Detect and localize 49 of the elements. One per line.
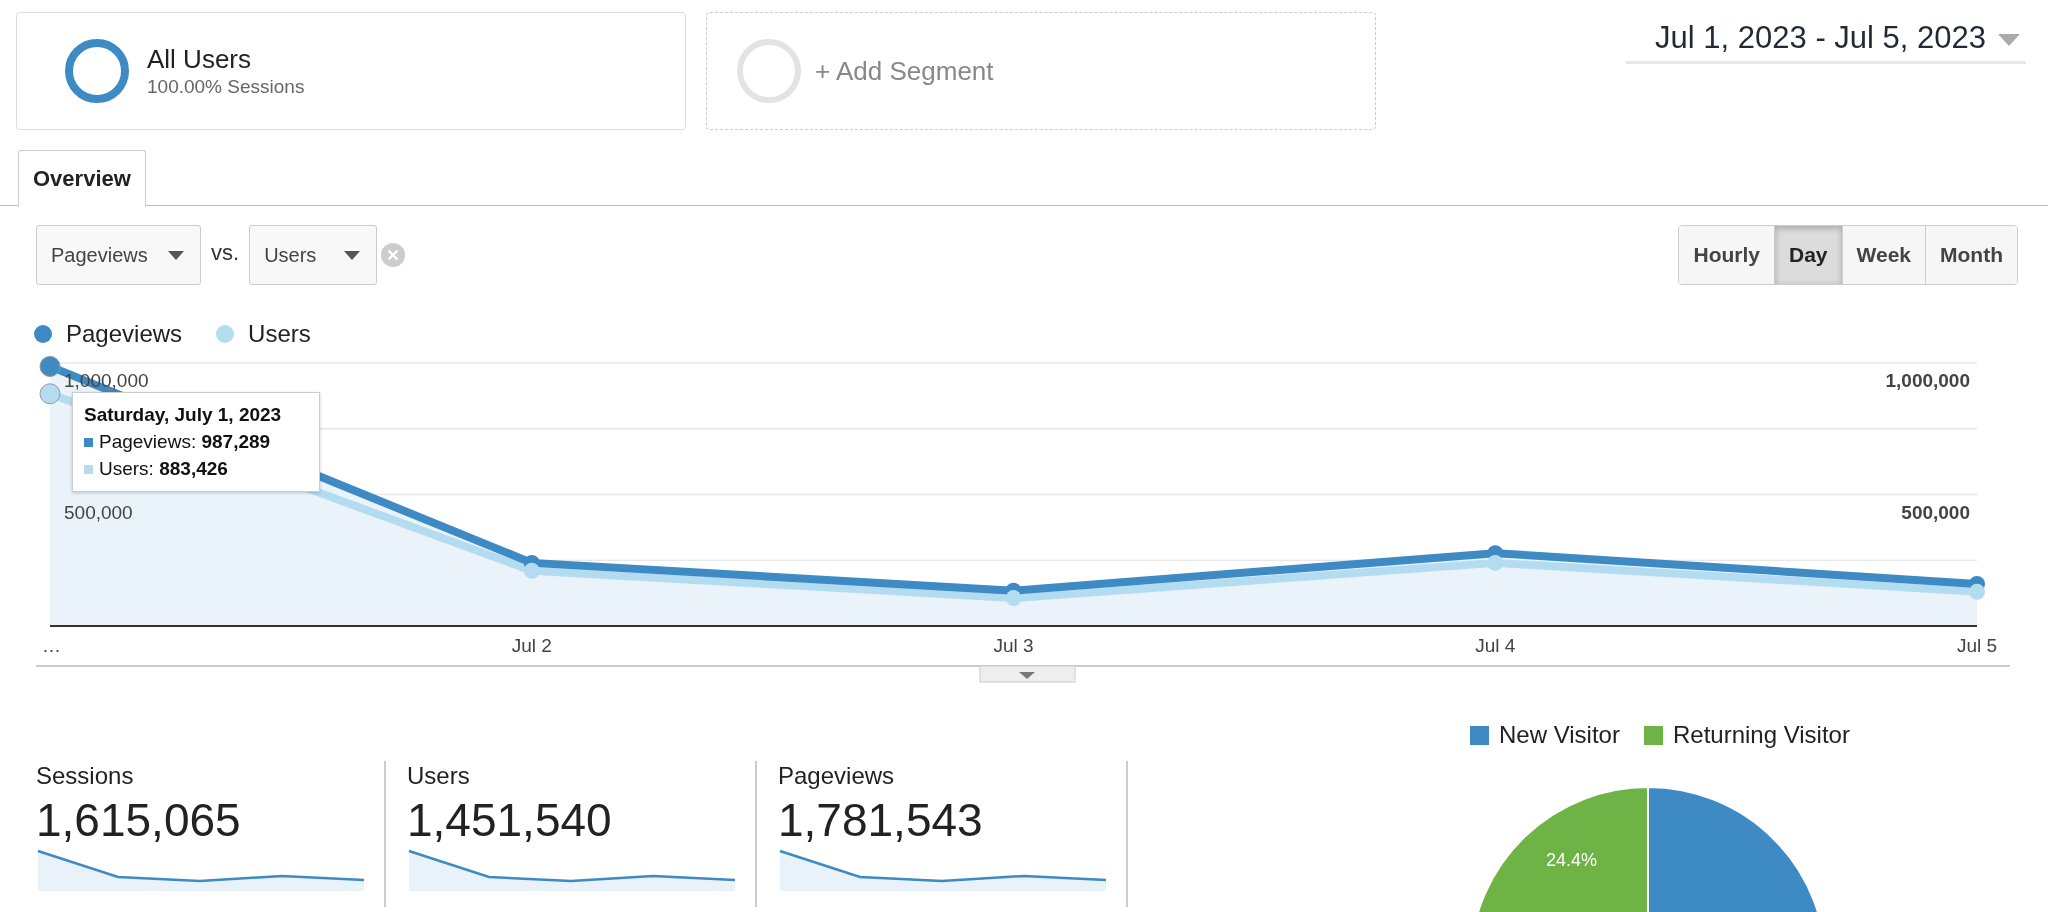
tooltip-line: Pageviews: 987,289 (99, 430, 271, 454)
legend-label: Returning Visitor (1672, 720, 1850, 750)
metric-value: 1,781,543 (778, 793, 984, 848)
caret-icon (168, 250, 184, 260)
metric-dropdown[interactable]: Pageviews (36, 225, 201, 285)
legend-label: Users (248, 319, 311, 349)
x-axis-label: … (42, 635, 61, 656)
metric-label: Sessions (36, 761, 135, 791)
slice-label: 24.4% (1545, 849, 1597, 870)
overview-tab[interactable]: Overview (18, 150, 146, 207)
metric-value: 1,451,540 (407, 793, 613, 848)
x-axis-label: Jul 3 (993, 635, 1034, 656)
segment-card[interactable]: All Users 100.00% Sessions (16, 12, 686, 130)
caret-icon (344, 250, 361, 260)
collapse-toggle[interactable] (979, 665, 1076, 683)
y-axis-label: 1,000,000 (1885, 370, 1970, 391)
x-axis-label: Jul 4 (1475, 635, 1516, 656)
metric-dropdown[interactable]: Users (249, 225, 378, 285)
y-axis-label: 500,000 (1901, 501, 1970, 523)
y-axis-label: 500,000 (64, 501, 133, 523)
granularity-button[interactable]: Day (1774, 226, 1842, 284)
data-point[interactable] (1005, 590, 1022, 607)
legend-label: Pageviews (66, 319, 183, 349)
data-point[interactable] (1487, 554, 1504, 571)
data-point[interactable] (1969, 583, 1985, 600)
date-range-picker[interactable]: Jul 1, 2023 - Jul 5, 2023 (1626, 20, 2026, 64)
series-swatch-icon (84, 464, 93, 474)
legend-label: New Visitor (1499, 720, 1620, 750)
segment-ring-icon (65, 39, 129, 103)
tooltip-line: Users: 883,426 (99, 457, 228, 481)
caret-icon (1998, 34, 2020, 46)
x-axis-label: Jul 5 (1956, 635, 1998, 656)
segment-name: All Users (147, 43, 252, 75)
tooltip-title: Saturday, July 1, 2023 (84, 403, 283, 427)
granularity-button[interactable]: Week (1841, 226, 1925, 284)
granularity-button[interactable]: Hourly (1679, 226, 1774, 284)
series-swatch-icon (84, 437, 93, 447)
data-point[interactable] (39, 383, 61, 405)
metric-label: Pageviews (778, 761, 896, 791)
data-point[interactable] (39, 355, 61, 377)
vs-label: vs. (211, 238, 240, 267)
metric-label: Users (407, 761, 471, 791)
metric-value: 1,615,065 (36, 793, 242, 848)
add-segment-button[interactable]: + Add Segment (706, 12, 1376, 130)
x-axis-label: Jul 2 (511, 635, 552, 656)
segment-detail: 100.00% Sessions (147, 75, 305, 99)
data-point[interactable] (523, 562, 540, 579)
segment-ring-icon (737, 39, 801, 103)
granularity-button[interactable]: Month (1925, 226, 2017, 284)
